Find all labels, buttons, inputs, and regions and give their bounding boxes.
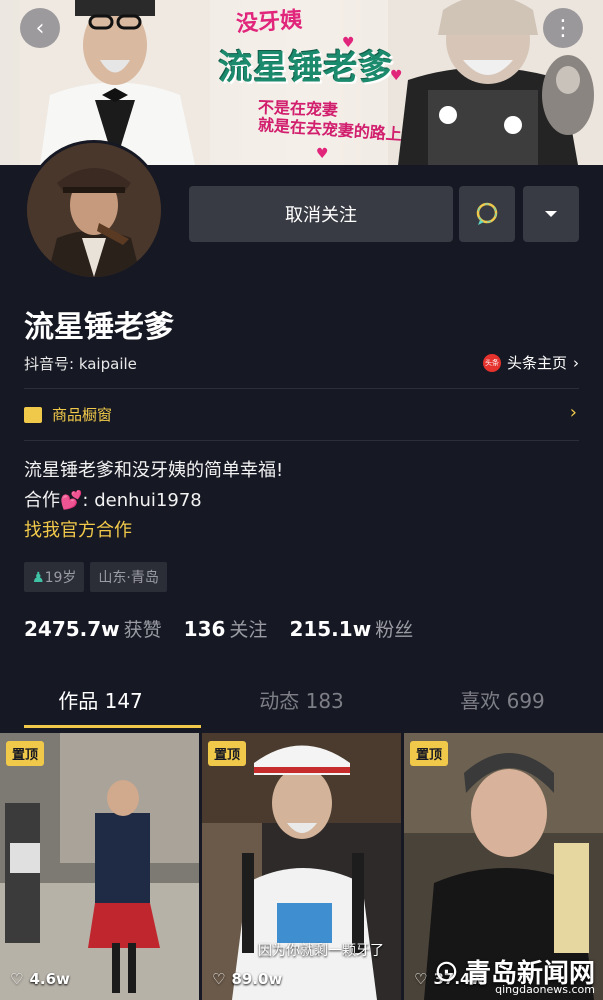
video-likes-value: 4.6w (29, 970, 70, 988)
age-value: 19岁 (44, 570, 77, 586)
content-tabs: 作品 147 动态 183 喜欢 699 (0, 685, 603, 728)
age-tag: ♟19岁 (24, 562, 85, 592)
person-icon: ♟ (32, 570, 45, 586)
toutiao-logo-icon: 头条 (482, 353, 501, 372)
video-caption: 因为你就剩一颗牙了 (258, 943, 384, 959)
likes-label: 获赞 (123, 619, 162, 641)
heart-icon: ♥ (316, 146, 329, 162)
video-likes: ♡ 89.0w (212, 970, 282, 988)
heart-outline-icon: ♡ (212, 970, 226, 988)
douyin-id: 抖音号: kaipaile (24, 355, 137, 373)
video-grid: 置顶 ♡ 4.6w 置顶 因为你就剩一颗牙了 ♡ 89.0w 置顶 ♡ 37.4… (0, 733, 603, 1000)
qingdao-news-logo-icon: ⊙ (433, 954, 459, 989)
shop-bag-icon (24, 406, 42, 423)
bio-line-2: 合作💕: denhui1978 (24, 486, 283, 516)
bio-contact: : denhui1978 (82, 490, 202, 511)
banner-line-2: 就是在去宠妻的路上 (257, 114, 403, 144)
heart-outline-icon: ♡ (10, 970, 24, 988)
back-button[interactable]: ‹ (20, 8, 60, 48)
caret-down-icon (545, 211, 557, 217)
following-stat[interactable]: 136 关注 (184, 615, 268, 642)
toutiao-homepage-link[interactable]: 头条 头条主页 › (482, 352, 579, 373)
profile-name: 流星锤老爹 (24, 310, 174, 345)
message-button[interactable] (459, 186, 515, 242)
heart-icon: ♥ (390, 68, 403, 84)
followers-label: 粉丝 (375, 619, 414, 641)
watermark-url: qingdaonews.com (495, 983, 595, 996)
more-options-button[interactable]: ⋮ (543, 8, 583, 48)
tab-works[interactable]: 作品 147 (0, 685, 201, 728)
heart-sparkle-icon: 💕 (60, 490, 83, 511)
video-thumbnail[interactable]: 置顶 因为你就剩一颗牙了 ♡ 89.0w (202, 733, 401, 1000)
avatar-image (27, 143, 161, 277)
shop-label: 商品橱窗 (52, 406, 113, 424)
toutiao-label: 头条主页 (506, 354, 567, 372)
avatar[interactable] (24, 140, 164, 280)
followers-stat[interactable]: 215.1w 粉丝 (289, 615, 413, 642)
heart-outline-icon: ♡ (414, 970, 428, 988)
video-thumbnail[interactable]: 置顶 ♡ 37.4w ⊙ 青岛新闻网 qingdaonews.com (404, 733, 603, 1000)
bio: 流星锤老爹和没牙姨的简单幸福! 合作💕: denhui1978 找我官方合作 (24, 456, 283, 546)
video-likes-value: 89.0w (231, 970, 283, 988)
unfollow-button[interactable]: 取消关注 (189, 186, 453, 242)
location-tag: 山东·青岛 (90, 562, 167, 592)
likes-stat[interactable]: 2475.7w 获赞 (24, 615, 162, 642)
video-likes: ♡ 4.6w (10, 970, 70, 988)
chevron-right-icon[interactable]: › (570, 402, 577, 423)
chevron-left-icon: ‹ (35, 15, 45, 41)
tab-likes[interactable]: 喜欢 699 (402, 685, 603, 728)
banner-title: 流星锤老爹 (218, 48, 394, 88)
chevron-right-icon: › (573, 353, 579, 372)
video-thumbnail-image (0, 733, 199, 1000)
news-watermark: ⊙ 青岛新闻网 qingdaonews.com (433, 953, 595, 996)
bio-line-1: 流星锤老爹和没牙姨的简单幸福! (24, 460, 284, 481)
divider (24, 440, 579, 441)
bio-cooperation-label: 合作 (24, 490, 60, 511)
pinned-badge: 置顶 (6, 741, 45, 766)
ellipsis-vertical-icon: ⋮ (552, 15, 574, 41)
official-cooperation-link[interactable]: 找我官方合作 (24, 516, 283, 546)
profile-tags: ♟19岁 山东·青岛 (24, 562, 167, 592)
following-value: 136 (183, 617, 226, 641)
following-label: 关注 (229, 619, 268, 641)
chat-bubble-icon (476, 202, 498, 225)
profile-stats: 2475.7w 获赞 136 关注 215.1w 粉丝 (24, 615, 413, 642)
followers-value: 215.1w (289, 617, 372, 641)
shop-window-link[interactable]: 商品橱窗 (24, 404, 112, 425)
likes-value: 2475.7w (24, 617, 120, 641)
divider (24, 388, 579, 389)
video-thumbnail[interactable]: 置顶 ♡ 4.6w (0, 733, 199, 1000)
dropdown-button[interactable] (523, 186, 579, 242)
pinned-badge: 置顶 (410, 741, 449, 766)
tab-moments[interactable]: 动态 183 (201, 685, 402, 728)
pinned-badge: 置顶 (208, 741, 247, 766)
banner-small-title: 没牙姨 (235, 7, 303, 38)
